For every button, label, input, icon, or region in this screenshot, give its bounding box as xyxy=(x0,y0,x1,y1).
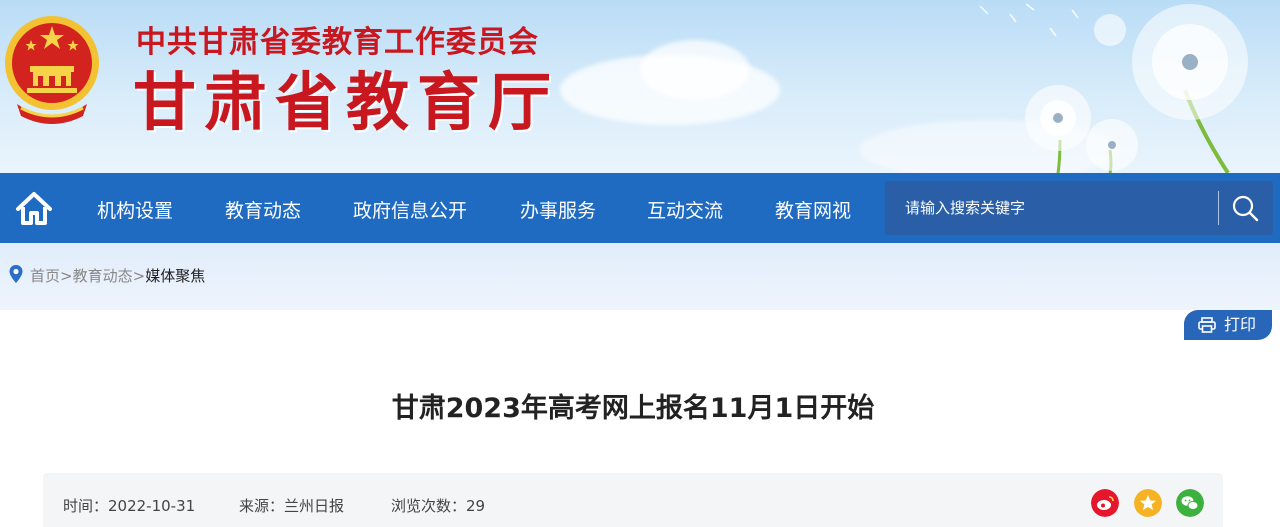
printer-icon xyxy=(1198,317,1216,333)
article-meta-bar: 时间：2022-10-31 来源：兰州日报 浏览次数：29 xyxy=(43,473,1223,527)
main-nav: 机构设置 教育动态 政府信息公开 办事服务 互动交流 教育网视 xyxy=(0,173,1280,243)
search-box xyxy=(885,181,1273,235)
article-title: 甘肃2023年高考网上报名11月1日开始 xyxy=(391,393,875,424)
dandelion-decoration xyxy=(979,3,1248,173)
breadcrumb-current: 媒体聚焦 xyxy=(145,267,206,285)
breadcrumb-separator: > xyxy=(60,267,73,285)
breadcrumb-section[interactable]: 教育动态 xyxy=(73,267,133,285)
publish-time: 时间：2022-10-31 xyxy=(63,497,196,515)
breadcrumb-separator: > xyxy=(132,267,146,285)
nav-item-government-info[interactable]: 政府信息公开 xyxy=(353,196,467,223)
home-icon[interactable] xyxy=(14,189,54,227)
article-content: 打印 甘肃2023年高考网上报名11月1日开始 时间：2022-10-31 来源… xyxy=(0,310,1280,527)
header-banner: 中共甘肃省委教育工作委员会 甘肃省教育厅 xyxy=(0,0,1280,173)
article-source: 来源：兰州日报 xyxy=(239,497,345,515)
search-input[interactable] xyxy=(885,181,1217,235)
print-button[interactable]: 打印 xyxy=(1184,310,1272,340)
cloud-decoration xyxy=(640,40,750,100)
nav-item-interaction[interactable]: 互动交流 xyxy=(647,196,723,223)
search-divider xyxy=(1218,191,1219,225)
wechat-icon[interactable] xyxy=(1176,489,1204,517)
national-emblem-icon xyxy=(5,16,99,124)
favorite-star-icon[interactable] xyxy=(1134,489,1162,517)
breadcrumb-area: 首页>教育动态>媒体聚焦 xyxy=(0,243,1280,310)
location-pin-icon xyxy=(9,265,23,283)
breadcrumb-home[interactable]: 首页 xyxy=(30,267,60,285)
search-icon[interactable] xyxy=(1231,194,1259,222)
nav-item-services[interactable]: 办事服务 xyxy=(520,196,596,223)
site-name: 甘肃省教育厅 xyxy=(133,66,559,139)
nav-item-education-news[interactable]: 教育动态 xyxy=(225,196,301,223)
breadcrumb: 首页>教育动态>媒体聚焦 xyxy=(8,264,205,286)
nav-item-organization[interactable]: 机构设置 xyxy=(97,196,173,223)
view-count: 浏览次数：29 xyxy=(391,497,486,515)
nav-item-education-video[interactable]: 教育网视 xyxy=(775,196,851,223)
print-label: 打印 xyxy=(1224,315,1257,334)
weibo-icon[interactable] xyxy=(1091,489,1119,517)
